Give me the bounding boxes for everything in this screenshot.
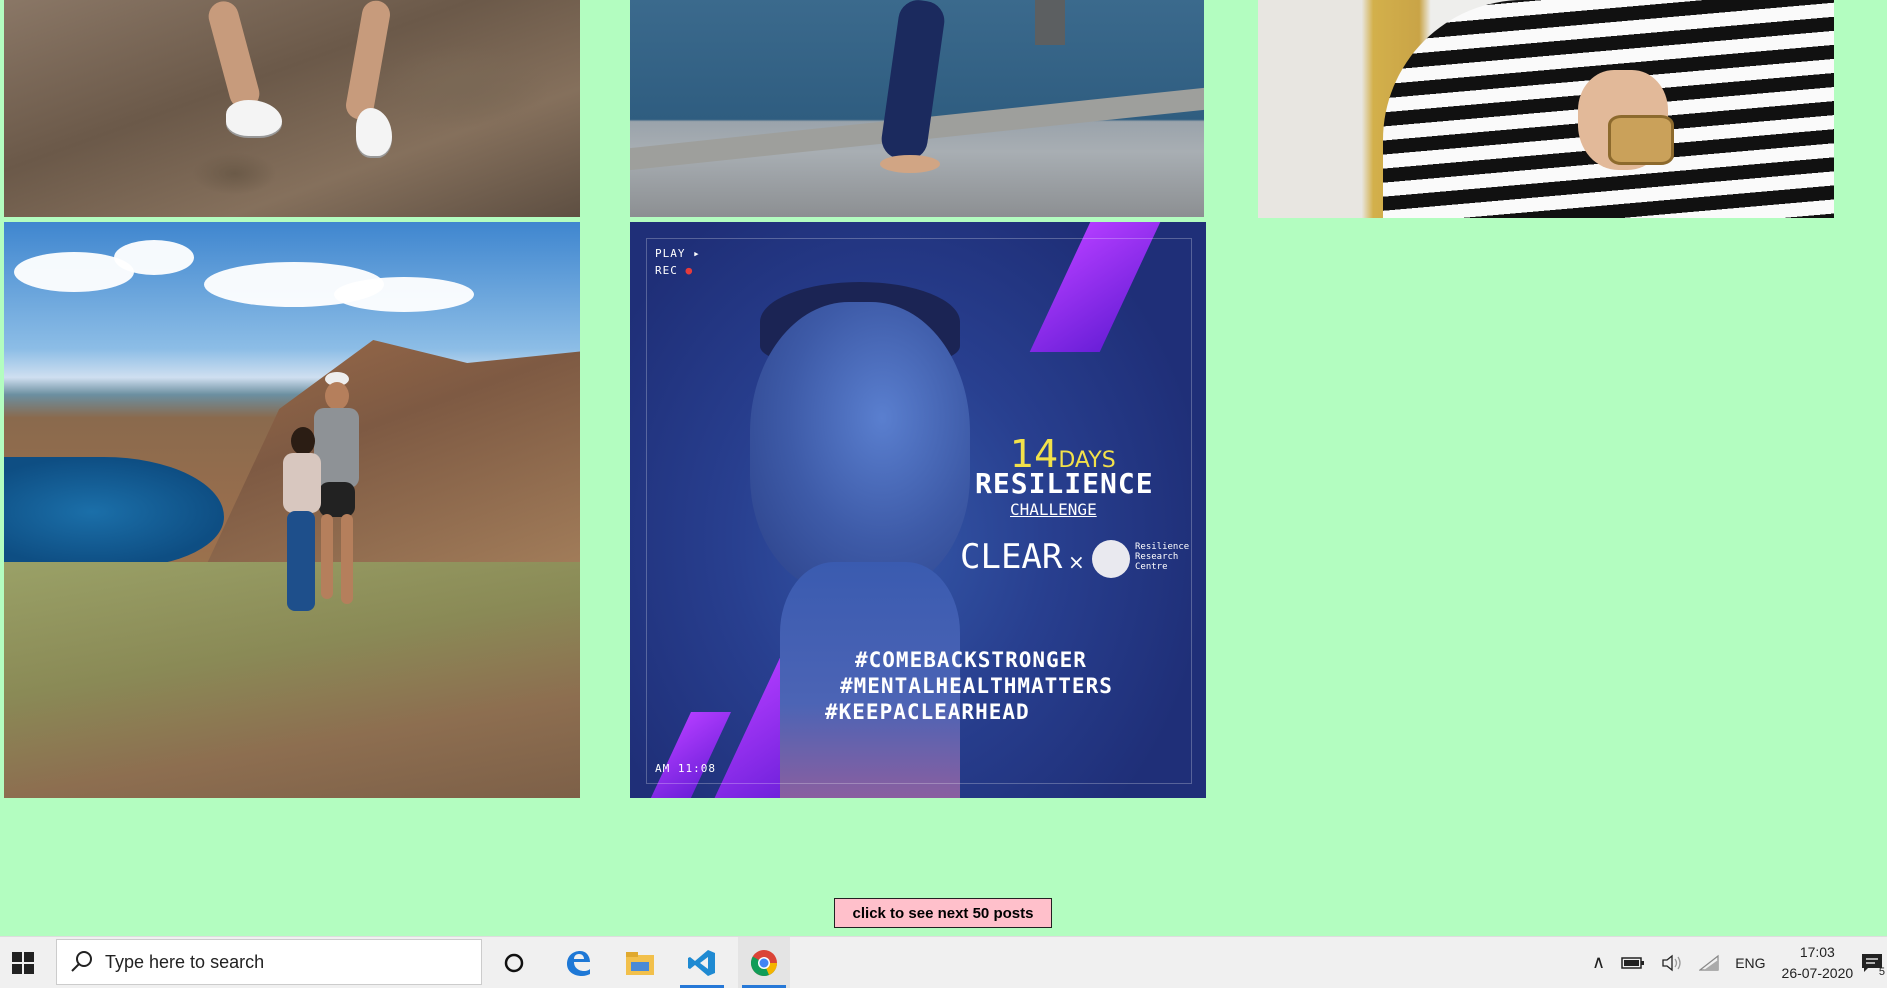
head: [291, 427, 315, 455]
post-image[interactable]: [4, 222, 580, 798]
sneaker: [226, 100, 282, 136]
person-foot: [880, 155, 940, 173]
resilience-heading: RESILIENCE: [975, 467, 1154, 500]
chrome-icon: [750, 949, 777, 976]
person-leg: [879, 0, 947, 163]
head: [325, 382, 349, 410]
timestamp: AM 11:08: [655, 762, 716, 775]
search-placeholder: Type here to search: [105, 951, 265, 972]
cloud: [334, 277, 474, 312]
system-tray: ∧ ENG 17:03 26-07-2020: [1592, 937, 1853, 988]
rrc-label: Resilience Research Centre: [1135, 542, 1190, 572]
windows-icon: [12, 951, 34, 974]
wristwatch: [1608, 115, 1674, 165]
challenge-label: CHALLENGE: [1010, 500, 1097, 519]
cliff: [204, 340, 580, 570]
leg: [341, 514, 353, 604]
cortana-button[interactable]: [488, 937, 540, 988]
taskbar-file-explorer[interactable]: [614, 937, 666, 988]
hashtag: #COMEBACKSTRONGER: [855, 648, 1087, 672]
search-icon: [71, 951, 92, 972]
cortana-icon: [504, 953, 524, 972]
rrc-logo-icon: [1092, 540, 1130, 578]
notification-count: 5: [1878, 966, 1885, 978]
shirt: [283, 453, 321, 513]
taskbar-search[interactable]: Type here to search: [56, 939, 482, 985]
clock[interactable]: 17:03 26-07-2020: [1782, 942, 1854, 984]
taskbar-chrome[interactable]: [738, 937, 790, 988]
person-leg: [343, 0, 393, 122]
wifi-icon[interactable]: [1699, 954, 1719, 972]
post-image-ad[interactable]: PLAY ▸ REC ● 14DAYS RESILIENCE CHALLENGE…: [630, 222, 1206, 798]
sneaker: [356, 108, 392, 156]
person-leg: [205, 0, 263, 113]
jeans: [287, 511, 315, 611]
play-label: PLAY ▸: [655, 247, 701, 260]
hashtag: #MENTALHEALTHMATTERS: [840, 674, 1113, 698]
rec-label: REC ●: [655, 264, 694, 277]
taskbar-vscode[interactable]: [676, 937, 728, 988]
chevron-up-icon[interactable]: ∧: [1592, 952, 1605, 973]
post-image[interactable]: [4, 0, 580, 217]
load-more-button[interactable]: click to see next 50 posts: [834, 898, 1052, 928]
posts-page: PLAY ▸ REC ● 14DAYS RESILIENCE CHALLENGE…: [0, 0, 1887, 936]
vscode-icon: [688, 949, 715, 976]
clear-logo: CLEAR: [960, 537, 1063, 577]
volume-icon[interactable]: [1661, 954, 1683, 972]
taskbar-edge[interactable]: [552, 937, 604, 988]
clock-time: 17:03: [1799, 943, 1835, 960]
cloud: [114, 240, 194, 275]
bay: [4, 457, 224, 567]
file-explorer-icon: [626, 951, 654, 975]
post-image[interactable]: [1258, 0, 1834, 218]
clock-date: 26-07-2020: [1781, 964, 1854, 981]
edge-icon: [567, 950, 590, 976]
taskbar: Type here to search ∧ ENG 17:03 26-07-20…: [0, 936, 1887, 988]
start-button[interactable]: [0, 937, 46, 988]
hashtag: #KEEPACLEARHEAD: [825, 700, 1030, 724]
post-image[interactable]: [630, 0, 1204, 217]
railing-post: [1035, 0, 1065, 45]
battery-icon[interactable]: [1621, 956, 1645, 970]
times-sign: ×: [1068, 550, 1085, 574]
language-indicator[interactable]: ENG: [1735, 955, 1765, 971]
person-child: [279, 427, 327, 622]
action-center[interactable]: 5: [1856, 937, 1887, 988]
